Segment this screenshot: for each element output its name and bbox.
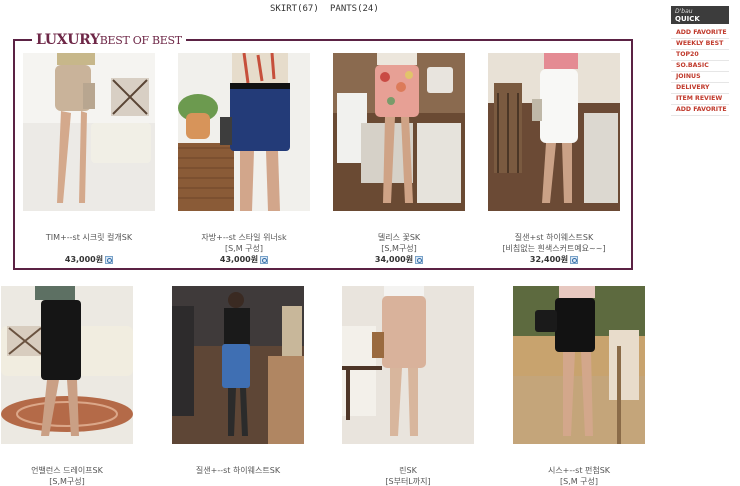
product-price: 32,400원 [529, 255, 569, 264]
quick-menu-joinus[interactable]: JOINUS [671, 72, 729, 83]
product-image-1[interactable] [1, 286, 133, 444]
product-name[interactable]: 자방+--st 스타일 위너sk [178, 232, 310, 243]
product-option: [S부터L까지] [385, 477, 431, 486]
quick-menu-add-favorite-2[interactable]: ADD FAVORITE [671, 105, 729, 116]
luxury-product-caption-2: 자방+--st 스타일 위너sk [S,M 구성] 43,000원 [178, 232, 310, 265]
zoom-icon[interactable] [415, 255, 424, 264]
product-price: 43,000원 [219, 255, 259, 264]
product-price: 34,000원 [374, 255, 414, 264]
product-name[interactable]: 시스+--st 펀첨SK [513, 465, 645, 476]
product-caption-3: 린SK [S부터L까지] [342, 465, 474, 486]
tab-pants[interactable]: PANTS(24) [330, 4, 379, 14]
zoom-icon[interactable] [260, 255, 269, 264]
product-option: [S,M구성] [49, 477, 85, 486]
product-name[interactable]: 언밸런스 드레이프SK [1, 465, 133, 476]
product-image-3[interactable] [342, 286, 474, 444]
luxury-product-image-2[interactable] [178, 53, 310, 211]
product-option: [비침없는 흰색스커트예요~~] [502, 244, 606, 253]
product-name[interactable]: 델리스 꽃SK [333, 232, 465, 243]
brand-logo: D'bau [675, 8, 693, 15]
luxury-best-title: LUXURYBEST OF BEST [32, 32, 186, 48]
quick-menu: D'bau QUICK MENU ADD FAVORITE WEEKLY BES… [671, 6, 729, 116]
product-option [23, 243, 155, 254]
quick-menu-header: D'bau QUICK MENU [671, 6, 729, 32]
product-option: [S,M 구성] [559, 477, 599, 486]
luxury-product-image-4[interactable] [488, 53, 620, 211]
product-name[interactable]: 질샌+st 하이웨스트SK [478, 232, 630, 243]
product-name[interactable]: TIM+--st 시크릿 컬개SK [23, 232, 155, 243]
product-option: [S,M 구성] [224, 244, 264, 253]
product-caption-2: 질샌+--st 하이웨스트SK [162, 465, 314, 476]
quick-menu-list: ADD FAVORITE WEEKLY BEST TOP20 SO.BASIC … [671, 28, 729, 116]
quick-menu-top20[interactable]: TOP20 [671, 50, 729, 61]
product-price: 43,000원 [64, 255, 104, 264]
zoom-icon[interactable] [570, 255, 579, 264]
quick-menu-weekly-best[interactable]: WEEKLY BEST [671, 39, 729, 50]
quick-menu-delivery[interactable]: DELIVERY [671, 83, 729, 94]
tab-skirt[interactable]: SKIRT(67) [270, 4, 319, 14]
luxury-product-caption-4: 질샌+st 하이웨스트SK [비침없는 흰색스커트예요~~] 32,400원 [478, 232, 630, 265]
product-image-4[interactable] [513, 286, 645, 444]
luxury-product-image-3[interactable] [333, 53, 465, 211]
luxury-product-caption-3: 델리스 꽃SK [S,M구성] 34,000원 [333, 232, 465, 265]
product-caption-4: 시스+--st 펀첨SK [S,M 구성] [513, 465, 645, 486]
quick-menu-so-basic[interactable]: SO.BASIC [671, 61, 729, 72]
quick-menu-item-review[interactable]: ITEM REVIEW [671, 94, 729, 105]
product-image-2[interactable] [172, 286, 304, 444]
product-name[interactable]: 린SK [342, 465, 474, 476]
product-option: [S,M구성] [381, 244, 417, 253]
luxury-product-image-1[interactable] [23, 53, 155, 211]
quick-menu-add-favorite[interactable]: ADD FAVORITE [671, 28, 729, 39]
luxury-product-caption-1: TIM+--st 시크릿 컬개SK 43,000원 [23, 232, 155, 265]
product-name[interactable]: 질샌+--st 하이웨스트SK [162, 465, 314, 476]
product-caption-1: 언밸런스 드레이프SK [S,M구성] [1, 465, 133, 486]
zoom-icon[interactable] [105, 255, 114, 264]
